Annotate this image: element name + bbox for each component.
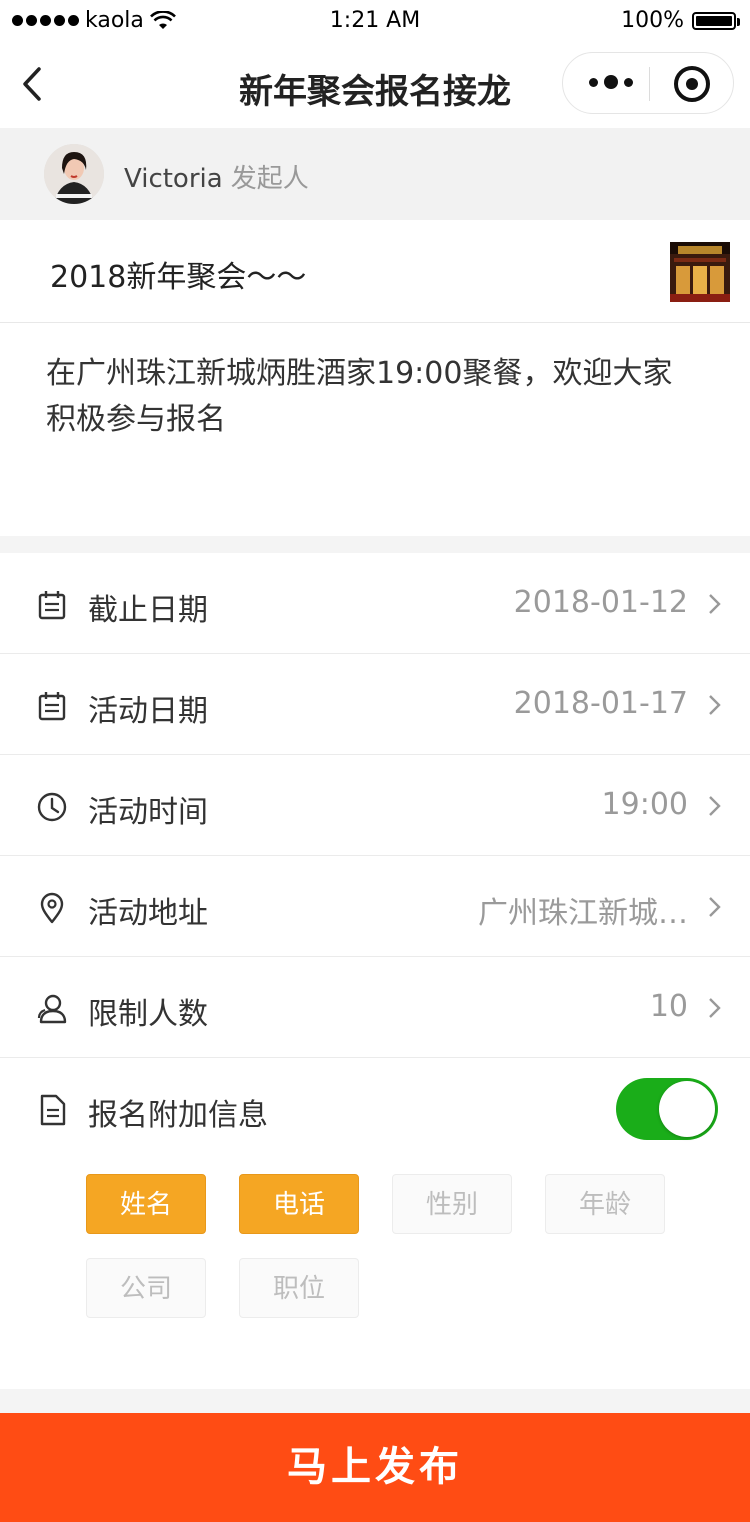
close-target-button[interactable]	[674, 66, 710, 102]
calendar-icon	[38, 692, 66, 721]
field-label: 截止日期	[88, 593, 208, 628]
event-settings-list: 截止日期 2018-01-12 活动日期 2018-01-17 活动时间 19:…	[0, 553, 750, 1393]
extra-info-section: 报名附加信息 姓名 电话 性别 年龄 公司 职位	[0, 1058, 750, 1393]
capsule-divider	[649, 67, 650, 101]
section-gap	[0, 1389, 750, 1413]
field-row-event-date[interactable]: 活动日期 2018-01-17	[0, 654, 750, 755]
field-label: 活动时间	[88, 795, 208, 830]
initiator-bar: Victoria 发起人	[0, 128, 750, 220]
battery-icon	[692, 11, 740, 30]
document-icon	[40, 1094, 66, 1126]
chevron-right-icon	[709, 897, 721, 917]
initiator-name: Victoria	[124, 164, 223, 194]
field-value: 19:00	[601, 787, 688, 822]
toggle-knob	[659, 1081, 715, 1137]
battery-percent: 100%	[621, 8, 684, 33]
field-value: 2018-01-12	[513, 585, 688, 620]
more-button[interactable]	[589, 75, 633, 89]
mini-program-capsule	[562, 52, 734, 114]
event-title: 2018新年聚会～～	[50, 260, 307, 295]
tag-age[interactable]: 年龄	[545, 1174, 665, 1234]
status-bar: kaola 1:21 AM 100%	[0, 0, 750, 44]
event-description-block[interactable]: 在广州珠江新城炳胜酒家19:00聚餐，欢迎大家积极参与报名	[0, 323, 750, 536]
field-row-event-time[interactable]: 活动时间 19:00	[0, 755, 750, 856]
location-pin-icon	[40, 892, 64, 924]
field-label: 活动地址	[88, 896, 208, 931]
field-value: 10	[649, 989, 688, 1024]
field-row-deadline[interactable]: 截止日期 2018-01-12	[0, 553, 750, 654]
chevron-right-icon	[709, 796, 721, 816]
tag-company[interactable]: 公司	[86, 1258, 206, 1318]
clock-icon	[37, 792, 67, 822]
chevron-right-icon	[709, 695, 721, 715]
calendar-icon	[38, 591, 66, 620]
field-row-event-address[interactable]: 活动地址 广州珠江新城…	[0, 856, 750, 957]
tag-phone[interactable]: 电话	[239, 1174, 359, 1234]
chevron-right-icon	[709, 594, 721, 614]
field-label: 活动日期	[88, 694, 208, 729]
field-value: 广州珠江新城…	[478, 896, 688, 931]
event-description: 在广州珠江新城炳胜酒家19:00聚餐，欢迎大家积极参与报名	[46, 356, 673, 437]
field-label: 限制人数	[88, 997, 208, 1032]
nav-bar: 新年聚会报名接龙	[0, 44, 750, 128]
tag-name[interactable]: 姓名	[86, 1174, 206, 1234]
publish-button[interactable]: 马上发布	[0, 1413, 750, 1522]
chevron-right-icon	[709, 998, 721, 1018]
person-icon	[37, 994, 67, 1024]
extra-info-toggle[interactable]	[616, 1078, 718, 1140]
field-row-participant-limit[interactable]: 限制人数 10	[0, 957, 750, 1058]
initiator-role: 发起人	[230, 164, 309, 194]
extra-info-label: 报名附加信息	[88, 1098, 268, 1133]
event-title-row[interactable]: 2018新年聚会～～	[0, 220, 750, 323]
event-thumbnail[interactable]	[670, 242, 730, 302]
tag-position[interactable]: 职位	[239, 1258, 359, 1318]
avatar	[44, 144, 104, 204]
tag-gender[interactable]: 性别	[392, 1174, 512, 1234]
field-value: 2018-01-17	[513, 686, 688, 721]
